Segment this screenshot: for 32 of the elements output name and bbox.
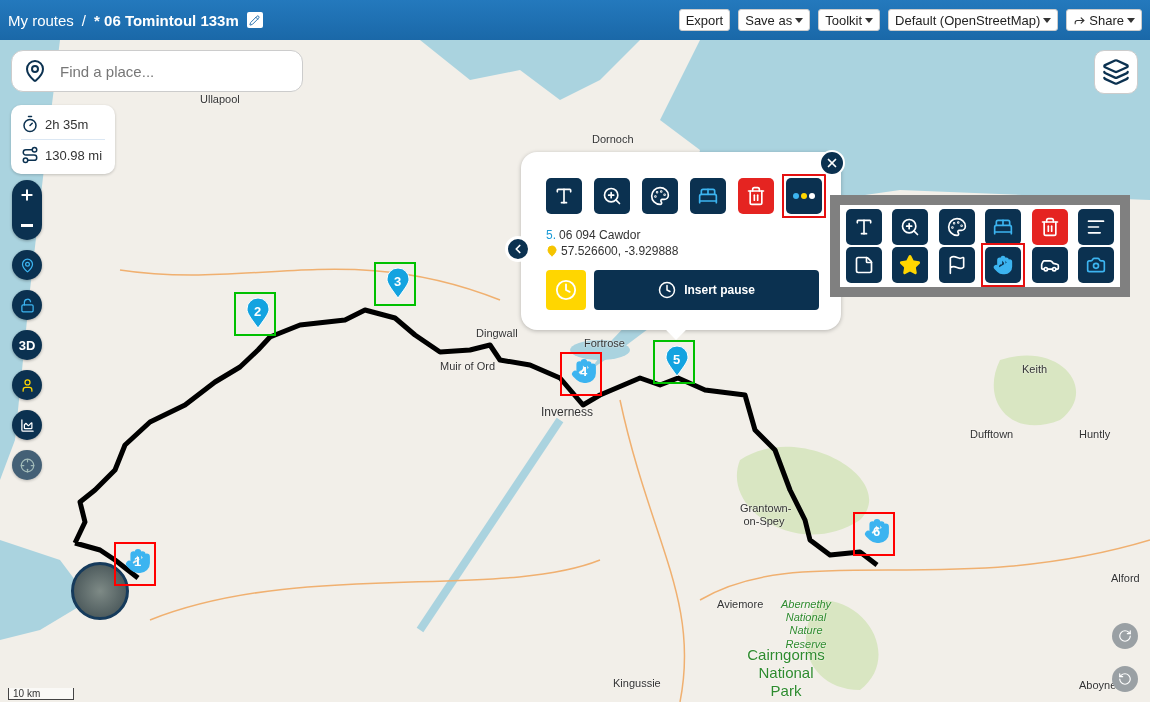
coordinates: 57.526600, -3.929888	[561, 244, 679, 258]
marker-number: 5	[673, 352, 681, 367]
place-label: Inverness	[541, 405, 594, 420]
scale-bar: 10 km	[8, 688, 74, 700]
waypoint-index: 5.	[546, 228, 556, 242]
place-label: Aviemore	[717, 598, 764, 612]
place-label: Muir of Ord	[440, 360, 495, 374]
marker-number: 2	[254, 304, 262, 319]
route-title: * 06 Tomintoul 133m	[94, 11, 239, 29]
breadcrumb-link[interactable]: My routes	[8, 11, 74, 29]
search-field[interactable]: Find a place...	[11, 50, 303, 92]
toolbar-button[interactable]: Export	[678, 9, 731, 31]
place-label: Dingwall	[476, 327, 518, 341]
stat-value: 2h 35m	[45, 116, 89, 132]
place-label: Abernethy National Nature Reserve	[780, 598, 833, 650]
marker-number: 3	[394, 274, 402, 289]
stat-value: 130.98 mi	[45, 147, 103, 163]
place-label: Huntly	[1079, 428, 1111, 442]
waypoint-name: 06 094 Cawdor	[559, 228, 641, 242]
place-label: Kingussie	[613, 677, 661, 691]
place-label: Ullapool	[200, 93, 240, 107]
breadcrumb-separator: /	[81, 11, 87, 29]
insert-pause-button[interactable]: Insert pause	[594, 270, 819, 310]
toolbar-button[interactable]: Default (OpenStreetMap)	[888, 9, 1059, 31]
toolbar-button[interactable]: Share	[1066, 9, 1142, 31]
place-label: Fortrose	[584, 337, 625, 351]
place-label: Alford	[1111, 572, 1140, 586]
toolbar-button[interactable]: Save as	[738, 9, 811, 31]
toolbar-button[interactable]: Toolkit	[818, 9, 881, 31]
place-label: Dufftown	[970, 428, 1014, 442]
place-label: Keith	[1022, 363, 1048, 377]
place-label: Dornoch	[592, 133, 634, 147]
